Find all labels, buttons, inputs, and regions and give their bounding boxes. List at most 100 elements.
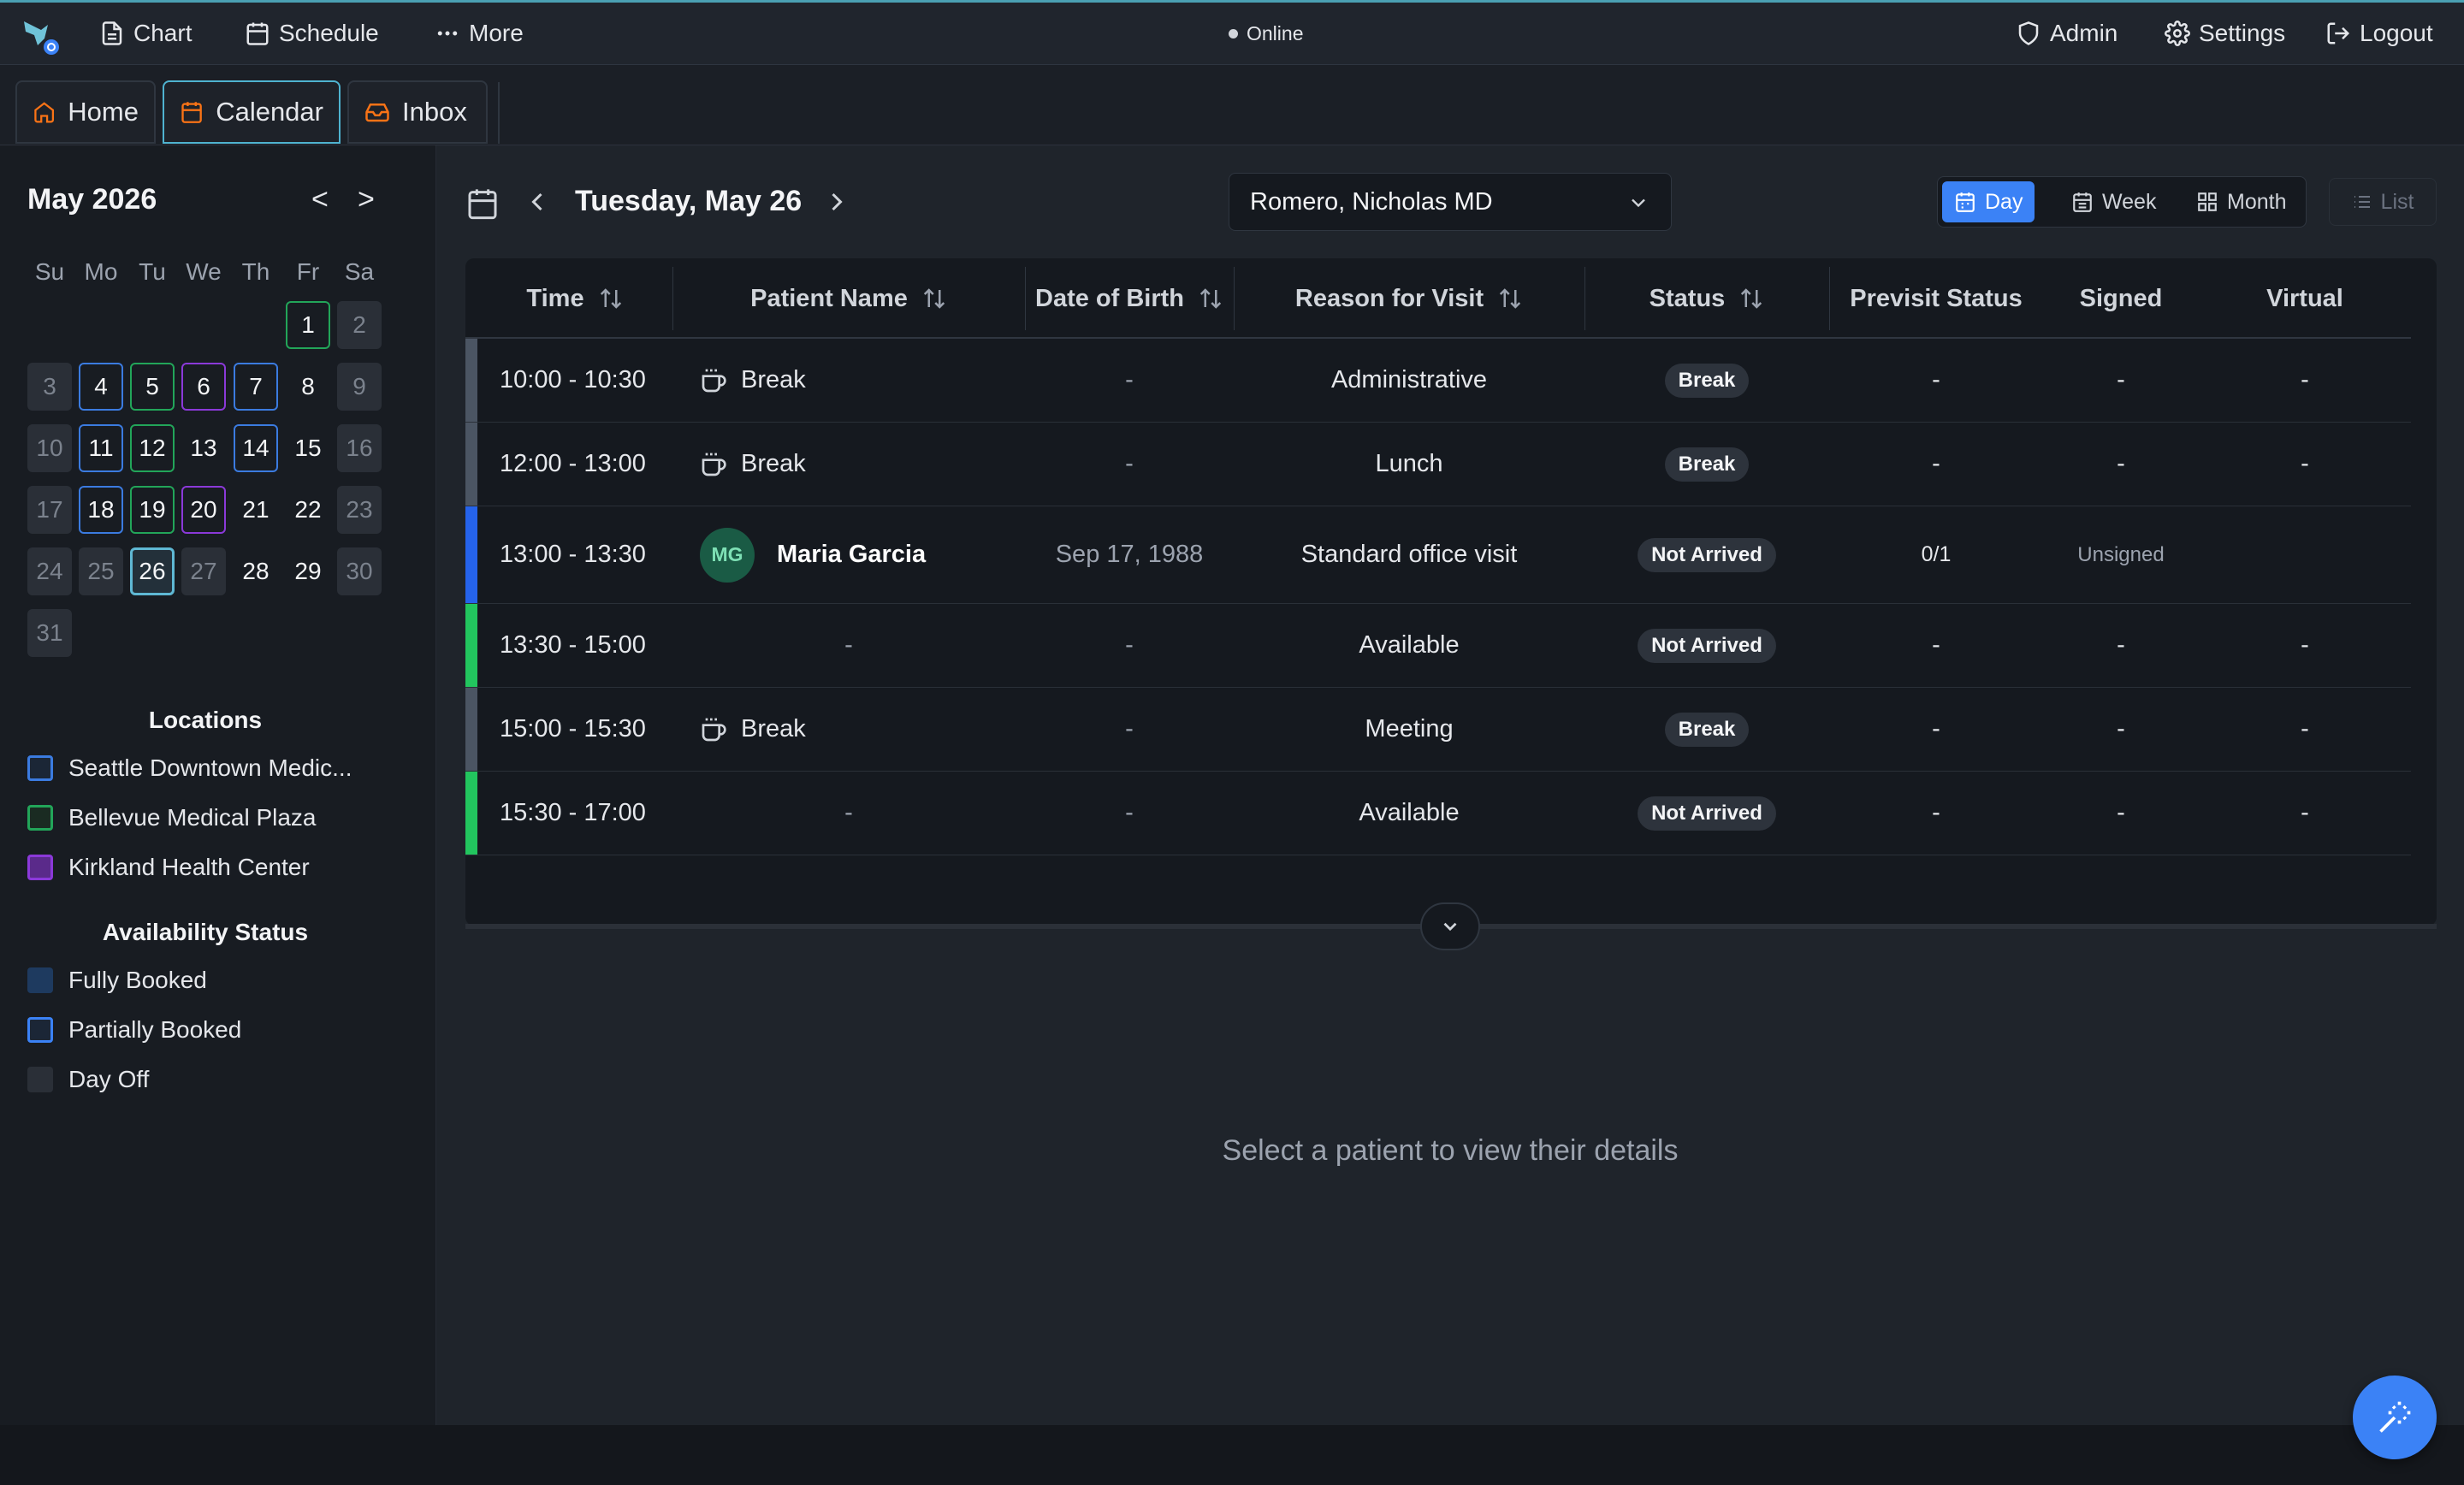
calendar-day[interactable]: 11	[79, 424, 123, 472]
cell-patient-label: Break	[741, 715, 806, 742]
view-month-button[interactable]: Month	[2184, 181, 2298, 222]
cell-patient: Break	[700, 339, 806, 422]
calendar-day[interactable]: 14	[234, 424, 278, 472]
table-row[interactable]: 15:00 - 15:30 Break - Meeting Break - - …	[465, 688, 2411, 772]
calendar-day[interactable]: 25	[79, 547, 123, 595]
minical-month-title: May 2026	[27, 183, 157, 216]
calendar-picker-icon[interactable]	[465, 186, 500, 221]
view-day-button[interactable]: Day	[1942, 181, 2035, 222]
calendar-day[interactable]: 21	[234, 486, 278, 534]
location-item[interactable]: Seattle Downtown Medic...	[27, 754, 352, 782]
column-header-status[interactable]: Status	[1584, 258, 1829, 339]
column-header-time[interactable]: Time	[477, 258, 672, 339]
nav-schedule[interactable]: Schedule	[245, 3, 379, 64]
column-header-reason[interactable]: Reason for Visit	[1234, 258, 1584, 339]
cell-dob: -	[1125, 715, 1134, 742]
tab-calendar[interactable]: Calendar	[163, 80, 341, 144]
calendar-day[interactable]: 31	[27, 609, 72, 657]
view-month-label: Month	[2227, 189, 2287, 214]
calendar-day[interactable]: 20	[181, 486, 226, 534]
calendar-day[interactable]: 3	[27, 363, 72, 411]
calendar-day[interactable]: 28	[234, 547, 278, 595]
app-logo-icon[interactable]	[19, 15, 62, 57]
cell-time: 13:30 - 15:00	[500, 631, 646, 659]
calendar-day[interactable]: 18	[79, 486, 123, 534]
table-row[interactable]: 13:00 - 13:30 MG Maria Garcia Sep 17, 19…	[465, 506, 2411, 604]
patient-name-link[interactable]: Maria Garcia	[777, 541, 926, 569]
cell-signed: Unsigned	[2077, 542, 2165, 566]
calendar-day[interactable]: 4	[79, 363, 123, 411]
chevron-left-icon[interactable]	[522, 186, 553, 217]
availability-label: Fully Booked	[68, 967, 207, 993]
table-header: Time Patient Name Date of Birth Reason f…	[465, 258, 2411, 339]
cell-time: 12:00 - 13:00	[500, 450, 646, 477]
nav-settings[interactable]: Settings	[2165, 3, 2285, 64]
magic-wand-button[interactable]	[2353, 1376, 2437, 1459]
calendar-day[interactable]: 8	[286, 363, 330, 411]
location-item[interactable]: Kirkland Health Center	[27, 854, 310, 881]
table-row[interactable]: 13:30 - 15:00 - - Available Not Arrived …	[465, 604, 2411, 688]
availability-item: Partially Booked	[27, 1016, 241, 1044]
cell-previsit: -	[1932, 715, 1940, 742]
coffee-icon	[702, 369, 726, 392]
nav-more[interactable]: More	[435, 3, 524, 64]
calendar-day[interactable]: 27	[181, 547, 226, 595]
nav-chart[interactable]: Chart	[99, 3, 192, 64]
sort-icon	[600, 288, 621, 309]
minical-prev-button[interactable]: <	[311, 183, 329, 216]
expand-table-button[interactable]	[1420, 902, 1480, 950]
view-week-button[interactable]: Week	[2059, 181, 2168, 222]
calendar-day[interactable]: 17	[27, 486, 72, 534]
cell-signed: -	[2117, 450, 2125, 477]
provider-select[interactable]: Romero, Nicholas MD	[1229, 173, 1672, 231]
calendar-day[interactable]: 19	[130, 486, 175, 534]
calendar-day[interactable]: 5	[130, 363, 175, 411]
column-header-label: Signed	[2079, 284, 2163, 312]
ellipsis-icon	[437, 31, 458, 36]
locations-title: Locations	[148, 707, 263, 733]
view-list-label: List	[2380, 189, 2414, 214]
minical-next-button[interactable]: >	[358, 183, 375, 216]
calendar-day[interactable]: 7	[234, 363, 278, 411]
view-list-button[interactable]: List	[2329, 178, 2437, 226]
cell-virtual: -	[2301, 450, 2309, 477]
table-row[interactable]: 10:00 - 10:30 Break - Administrative Bre…	[465, 339, 2411, 423]
calendar-day[interactable]: 30	[337, 547, 382, 595]
calendar-day[interactable]: 23	[337, 486, 382, 534]
nav-schedule-label: Schedule	[279, 20, 379, 46]
location-item[interactable]: Bellevue Medical Plaza	[27, 804, 317, 831]
calendar-day[interactable]: 6	[181, 363, 226, 411]
calendar-day-selected[interactable]: 26	[130, 547, 175, 595]
cell-dob: -	[1125, 631, 1134, 659]
cell-patient: Break	[700, 688, 806, 771]
column-header-patient-name[interactable]: Patient Name	[672, 258, 1025, 339]
table-row[interactable]: 12:00 - 13:00 Break - Lunch Break - - -	[465, 423, 2411, 506]
calendar-day[interactable]: 29	[286, 547, 330, 595]
calendar-day[interactable]: 9	[337, 363, 382, 411]
calendar-day[interactable]: 10	[27, 424, 72, 472]
calendar-day[interactable]: 1	[286, 301, 330, 349]
weekday-label: Mo	[84, 258, 118, 285]
tab-inbox[interactable]: Inbox	[347, 80, 488, 144]
cell-reason: Lunch	[1375, 450, 1443, 477]
calendar-day[interactable]: 24	[27, 547, 72, 595]
weekday-label: We	[186, 258, 222, 285]
weekday-label: Su	[34, 258, 65, 285]
nav-logout[interactable]: Logout	[2325, 3, 2433, 64]
calendar-day[interactable]: 13	[181, 424, 226, 472]
cell-dob: -	[1125, 366, 1134, 393]
calendar-day[interactable]: 15	[286, 424, 330, 472]
chevron-right-icon[interactable]	[821, 186, 852, 217]
gear-icon	[2165, 21, 2190, 46]
calendar-day[interactable]: 16	[337, 424, 382, 472]
column-header-dob[interactable]: Date of Birth	[1025, 258, 1234, 339]
calendar-day[interactable]: 2	[337, 301, 382, 349]
tab-home[interactable]: Home	[15, 80, 156, 144]
cell-patient[interactable]: MG Maria Garcia	[700, 506, 926, 603]
table-row[interactable]: 15:30 - 17:00 - - Available Not Arrived …	[465, 772, 2411, 855]
calendar-day[interactable]: 22	[286, 486, 330, 534]
location-swatch-icon	[27, 805, 53, 831]
home-icon	[34, 102, 55, 123]
calendar-day[interactable]: 12	[130, 424, 175, 472]
nav-admin[interactable]: Admin	[2016, 3, 2118, 64]
